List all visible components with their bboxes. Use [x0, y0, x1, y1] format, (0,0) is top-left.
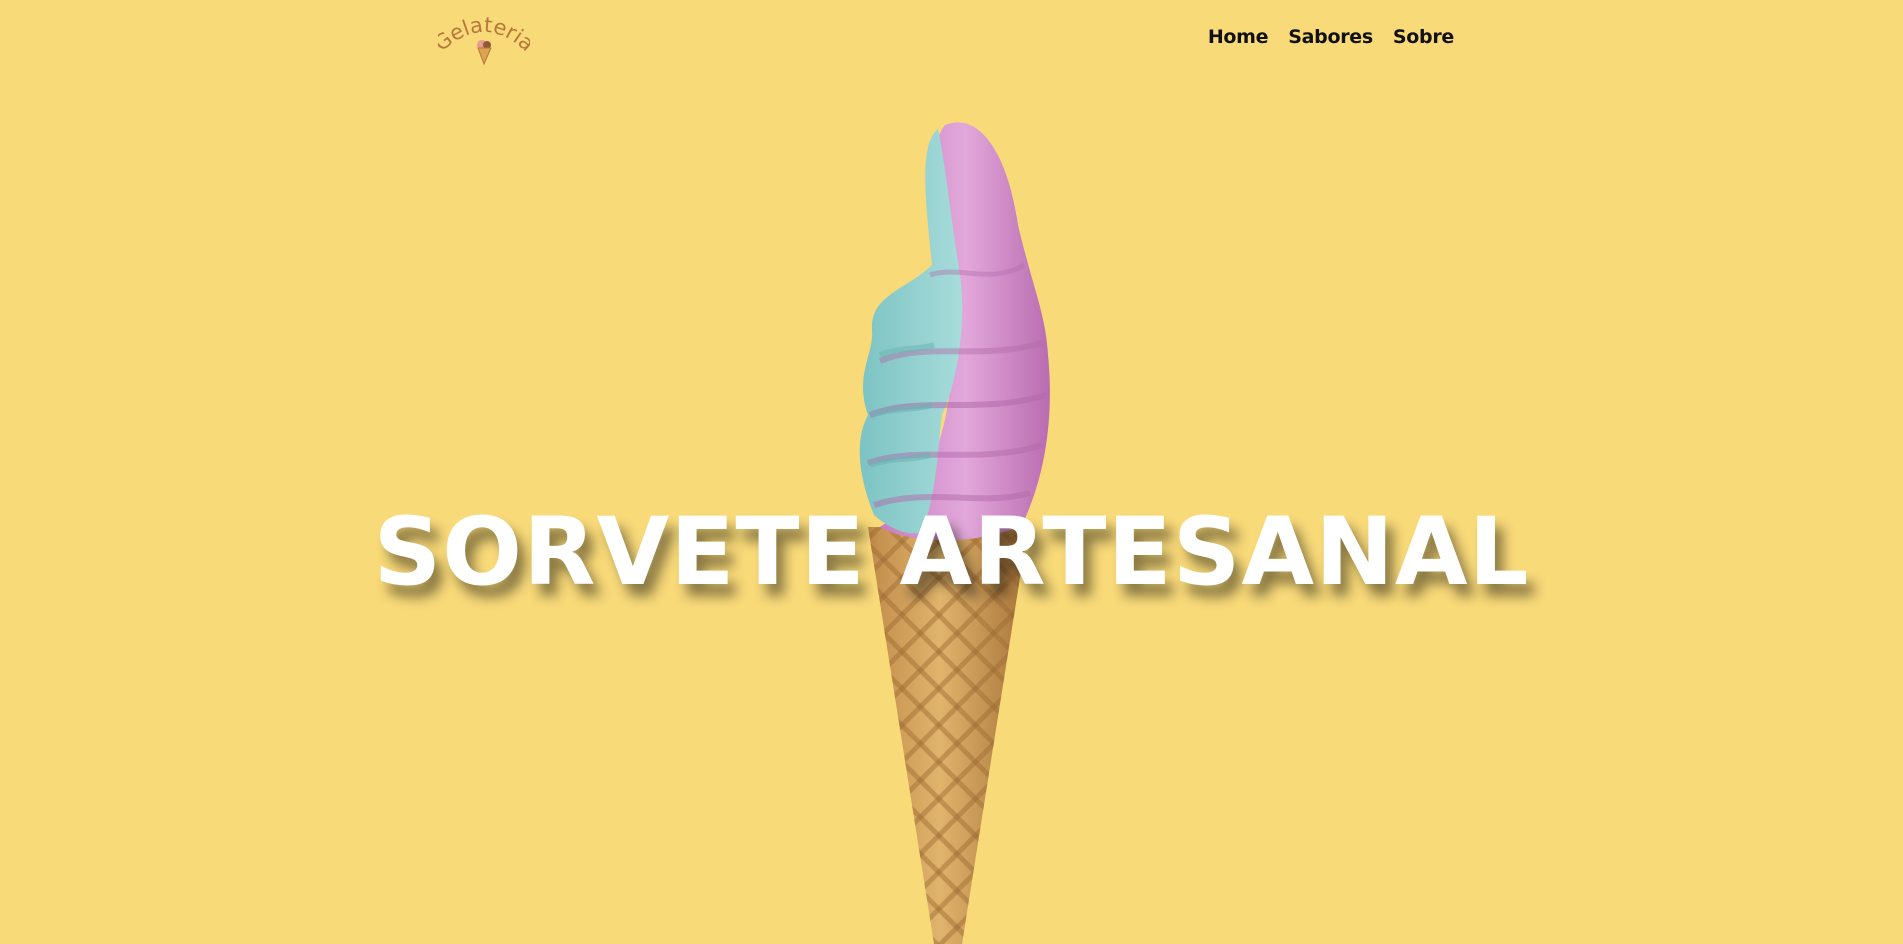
ice-cream-cone-icon — [477, 40, 492, 66]
site-header: Gelateria Home Sabores Sobre — [0, 0, 1903, 80]
page: Gelateria Home Sabores Sobre — [0, 0, 1903, 944]
hero-title: SORVETE ARTESANAL — [373, 498, 1530, 607]
main-nav: Home Sabores Sobre — [1208, 26, 1454, 48]
soft-serve-swirl — [859, 122, 1050, 541]
nav-home[interactable]: Home — [1208, 26, 1269, 48]
logo-icon: Gelateria — [429, 13, 539, 66]
nav-sobre[interactable]: Sobre — [1393, 26, 1454, 48]
logo-link[interactable]: Gelateria — [429, 12, 539, 68]
nav-sabores[interactable]: Sabores — [1288, 26, 1373, 48]
